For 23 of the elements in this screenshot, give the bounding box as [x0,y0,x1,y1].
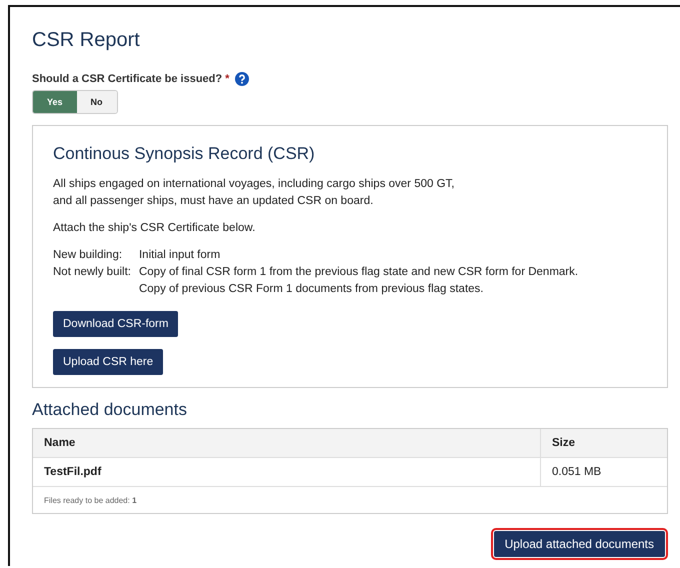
requirement-label: Not newly built: [53,265,131,280]
info-paragraph: Attach the ship's CSR Certificate below. [53,221,256,236]
card-button[interactable]: Upload CSR here [53,349,164,375]
requirement-text: Copy of previous CSR Form 1 documents from previous flag states. [138,282,484,297]
card-button[interactable]: Download CSR-form [53,311,178,337]
file-size-cell-text: 0.051 MB [551,466,602,478]
requirement-text: Copy of final CSR form 1 from the previous flag state and new CSR form for Denmark. [138,265,580,280]
column-header: Size [551,437,576,449]
question-label: Should a CSR Certificate be issued? [32,73,222,85]
section-heading: Attached documents [32,400,188,420]
column-header: Name [33,429,541,457]
page-title: CSR Report [32,29,141,52]
upload-button[interactable]: Upload attached documents [494,531,665,557]
toggle-option[interactable]: No [76,91,117,113]
requirement-label: New building: [53,248,124,263]
info-paragraph: All ships engaged on international voyages, including cargo ships over 500 GT, and all passenger ships, must have an updated CSR on board. [53,177,456,209]
file-name-cell: TestFil.pdf [33,458,541,486]
toggle-option[interactable]: Yes [33,91,77,113]
requirement-text: Initial input form [138,248,222,263]
help-icon[interactable] [235,72,250,86]
files-ready-text: Files ready to be added: 1 [44,496,137,505]
required-mark: * [225,73,230,85]
card-heading: Continous Synopsis Record (CSR) [53,144,316,164]
